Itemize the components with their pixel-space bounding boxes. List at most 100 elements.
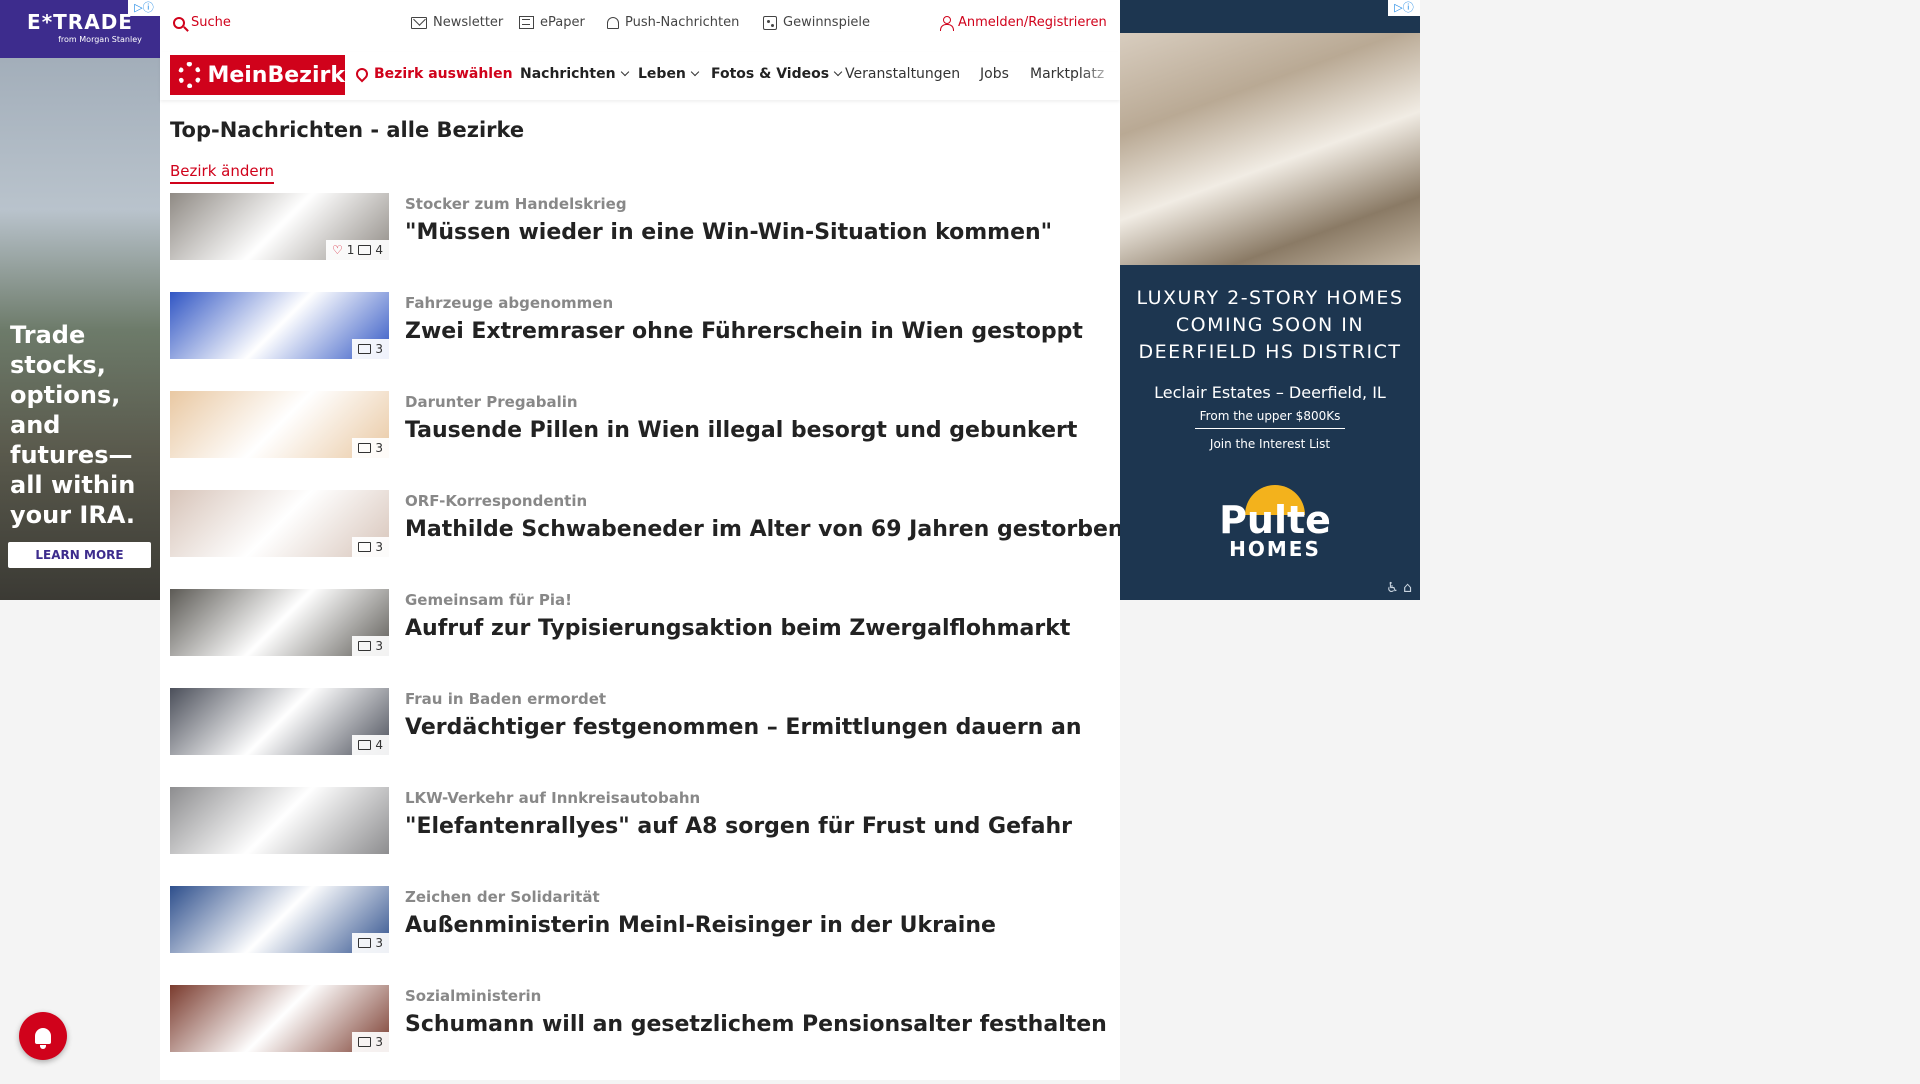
- ad-learn-more-button[interactable]: LEARN MORE: [8, 542, 151, 568]
- epaper-link[interactable]: ePaper: [519, 15, 585, 30]
- article-kicker: LKW-Verkehr auf Innkreisautobahn: [405, 789, 701, 807]
- ad-brand-sub: from Morgan Stanley: [58, 35, 142, 44]
- ad-location: Leclair Estates – Deerfield, IL: [1154, 383, 1386, 402]
- thumbnail-badge: 3: [352, 537, 389, 557]
- article-item[interactable]: 3 Fahrzeuge abgenommen Zwei Extremraser …: [170, 292, 1110, 391]
- image-count: 3: [375, 540, 383, 554]
- right-advertisement[interactable]: ▷ⓘ LUXURY 2-STORY HOMES COMING SOON IN D…: [1120, 0, 1420, 600]
- article-thumbnail[interactable]: 3: [170, 490, 389, 557]
- article-item[interactable]: 3 Darunter Pregabalin Tausende Pillen in…: [170, 391, 1110, 490]
- logo-flower-icon: [178, 62, 202, 88]
- ad-house-photo: [1120, 33, 1420, 265]
- epaper-label: ePaper: [540, 15, 585, 30]
- article-headline[interactable]: Schumann will an gesetzlichem Pensionsal…: [405, 1012, 1107, 1037]
- image-count: 3: [375, 1035, 383, 1049]
- games-label: Gewinnspiele: [783, 15, 871, 30]
- image-gallery-icon: [358, 1037, 372, 1047]
- nav-item-nachrichten[interactable]: Nachrichten: [520, 66, 629, 82]
- article-kicker: Frau in Baden ermordet: [405, 690, 607, 708]
- accessibility-icon: ♿ ⌂: [1386, 580, 1412, 596]
- bell-icon: [35, 1028, 51, 1049]
- article-thumbnail[interactable]: 4: [170, 688, 389, 755]
- article-thumbnail[interactable]: 3: [170, 292, 389, 359]
- article-item[interactable]: 3 Sozialministerin Schumann will an gese…: [170, 985, 1110, 1084]
- article-kicker: Stocker zum Handelskrieg: [405, 195, 627, 213]
- district-select-label: Bezirk auswählen: [374, 66, 513, 82]
- search-icon: [173, 16, 185, 29]
- ad-headline: LUXURY 2-STORY HOMES COMING SOON IN DEER…: [1136, 287, 1404, 363]
- left-advertisement[interactable]: E*TRADE from Morgan Stanley ▷ⓘ Trade sto…: [0, 0, 160, 600]
- image-gallery-icon: [358, 641, 372, 651]
- nav-label: Fotos & Videos: [711, 66, 830, 82]
- main-navigation: MeinBezirk Bezirk auswählen Nachrichten …: [160, 52, 1120, 100]
- article-item[interactable]: 3 Gemeinsam für Pia! Aufruf zur Typisier…: [170, 589, 1110, 688]
- image-gallery-icon: [358, 245, 372, 255]
- mail-icon: [411, 16, 427, 29]
- image-gallery-icon: [358, 938, 372, 948]
- article-headline[interactable]: Außenministerin Meinl-Reisinger in der U…: [405, 913, 996, 938]
- article-kicker: ORF-Korrespondentin: [405, 492, 588, 510]
- article-kicker: Zeichen der Solidarität: [405, 888, 600, 906]
- thumbnail-badge: 3: [352, 339, 389, 359]
- ad-interest-list-link[interactable]: Join the Interest List: [1120, 437, 1420, 451]
- article-headline[interactable]: Tausende Pillen in Wien illegal besorgt …: [405, 418, 1077, 443]
- article-headline[interactable]: "Müssen wieder in eine Win-Win-Situation…: [405, 220, 1052, 245]
- image-gallery-icon: [358, 740, 372, 750]
- thumbnail-badge: 3: [352, 933, 389, 953]
- ad-copy: Trade stocks, options, and futures—all w…: [10, 321, 136, 529]
- nav-label: Nachrichten: [520, 66, 616, 82]
- homes-word: HOMES: [1229, 537, 1321, 561]
- article-headline[interactable]: Mathilde Schwabeneder im Alter von 69 Ja…: [405, 517, 1124, 542]
- image-count: 4: [375, 738, 383, 752]
- newsletter-label: Newsletter: [433, 15, 504, 30]
- nav-item-veranstaltungen[interactable]: Veranstaltungen: [845, 66, 960, 82]
- push-notifications-link[interactable]: Push-Nachrichten: [607, 15, 739, 30]
- article-kicker: Darunter Pregabalin: [405, 393, 578, 411]
- heart-icon: ♡: [331, 243, 343, 257]
- login-label: Anmelden/Registrieren: [958, 15, 1107, 30]
- thumbnail-badge: 3: [352, 438, 389, 458]
- newsletter-link[interactable]: Newsletter: [411, 15, 503, 30]
- district-select[interactable]: Bezirk auswählen: [353, 65, 513, 83]
- nav-item-leben[interactable]: Leben: [638, 66, 700, 82]
- article-thumbnail[interactable]: 3: [170, 589, 389, 656]
- adchoices-icon[interactable]: ▷ⓘ: [1388, 0, 1420, 16]
- article-headline[interactable]: "Elefantenrallyes" auf A8 sorgen für Fru…: [405, 814, 1072, 839]
- article-headline[interactable]: Verdächtiger festgenommen – Ermittlungen…: [405, 715, 1082, 740]
- article-item[interactable]: 3 Zeichen der Solidarität Außenministeri…: [170, 886, 1110, 985]
- article-list: ♡ 1 4 Stocker zum Handelskrieg "Müssen wie…: [170, 193, 1124, 1084]
- image-count: 3: [375, 639, 383, 653]
- thumbnail-badge: 3: [352, 636, 389, 656]
- pulte-homes-logo: Pulte HOMES: [1215, 485, 1335, 575]
- change-district-link[interactable]: Bezirk ändern: [170, 162, 275, 184]
- image-gallery-icon: [358, 344, 372, 354]
- article-kicker: Sozialministerin: [405, 987, 542, 1005]
- article-item[interactable]: ♡ 1 4 Stocker zum Handelskrieg "Müssen wie…: [170, 193, 1110, 292]
- article-thumbnail[interactable]: [170, 787, 389, 854]
- notification-bell-button[interactable]: [19, 1012, 67, 1060]
- article-headline[interactable]: Zwei Extremraser ohne Führerschein in Wi…: [405, 319, 1083, 344]
- search-link[interactable]: Suche: [173, 15, 231, 30]
- chevron-down-icon: [620, 67, 629, 77]
- article-thumbnail[interactable]: 3: [170, 391, 389, 458]
- image-count: 3: [375, 936, 383, 950]
- adchoices-icon[interactable]: ▷ⓘ: [128, 0, 160, 16]
- article-thumbnail[interactable]: ♡ 1 4: [170, 193, 389, 260]
- nav-item-fotos-videos[interactable]: Fotos & Videos: [711, 66, 843, 82]
- user-icon: [940, 15, 954, 31]
- nav-item-jobs[interactable]: Jobs: [980, 66, 1009, 82]
- like-count: 1: [346, 243, 355, 257]
- chevron-down-icon: [833, 67, 843, 77]
- login-link[interactable]: Anmelden/Registrieren: [940, 15, 1107, 31]
- article-thumbnail[interactable]: 3: [170, 886, 389, 953]
- nav-scroll-fade: [1080, 52, 1120, 100]
- games-link[interactable]: Gewinnspiele: [763, 15, 870, 30]
- article-headline[interactable]: Aufruf zur Typisierungsaktion beim Zwerg…: [405, 616, 1070, 641]
- image-count: 3: [375, 441, 383, 455]
- article-item[interactable]: LKW-Verkehr auf Innkreisautobahn "Elefan…: [170, 787, 1110, 886]
- meinbezirk-logo[interactable]: MeinBezirk: [170, 55, 345, 95]
- article-thumbnail[interactable]: 3: [170, 985, 389, 1052]
- article-item[interactable]: 4 Frau in Baden ermordet Verdächtiger fe…: [170, 688, 1110, 787]
- push-label: Push-Nachrichten: [625, 15, 740, 30]
- article-item[interactable]: 3 ORF-Korrespondentin Mathilde Schwabene…: [170, 490, 1124, 589]
